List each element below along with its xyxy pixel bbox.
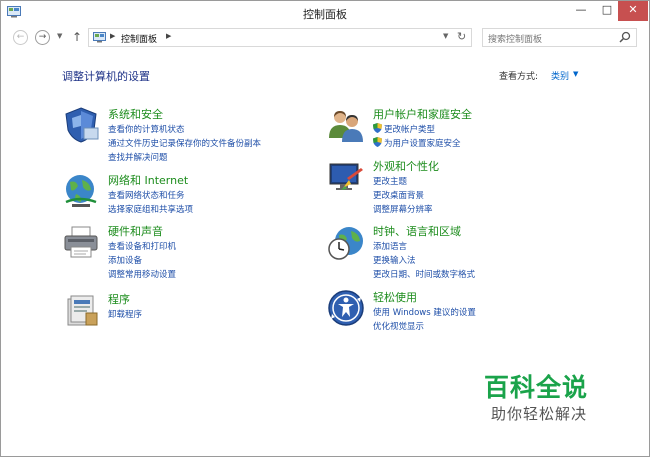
category-user-accounts: 用户帐户和家庭安全 更改帐户类型 为用户设置家庭安全 (327, 106, 627, 151)
category-title[interactable]: 硬件和声音 (108, 223, 163, 239)
navigation-bar: ← → ▼ ↑ ▶ 控制面板 ▶ ▼ ↻ 搜索控制面板 (1, 25, 649, 51)
category-clock-language-region: 时钟、语言和区域 添加语言 更换输入法 更改日期、时间或数字格式 (327, 223, 627, 283)
up-arrow-icon[interactable]: ↑ (72, 30, 82, 44)
category-title[interactable]: 程序 (108, 291, 130, 307)
link-screen-resolution[interactable]: 调整屏幕分辨率 (373, 203, 433, 215)
link-change-account-type[interactable]: 更改帐户类型 (373, 123, 435, 135)
link-add-language[interactable]: 添加语言 (373, 240, 407, 252)
category-programs: 程序 卸载程序 (62, 291, 312, 331)
programs-icon[interactable] (62, 291, 100, 329)
view-by-dropdown[interactable]: 类别 (551, 69, 569, 82)
category-title[interactable]: 外观和个性化 (373, 158, 439, 174)
control-panel-location-icon (93, 32, 106, 43)
category-ease-of-access: 轻松使用 使用 Windows 建议的设置 优化视觉显示 (327, 289, 627, 334)
link-view-computer-status[interactable]: 查看你的计算机状态 (108, 123, 185, 135)
breadcrumb-separator-icon[interactable]: ▶ (110, 32, 115, 40)
link-optimize-visual-display[interactable]: 优化视觉显示 (373, 320, 424, 332)
search-placeholder: 搜索控制面板 (488, 35, 543, 45)
link-label: 为用户设置家庭安全 (384, 139, 461, 149)
link-devices-printers[interactable]: 查看设备和打印机 (108, 240, 176, 252)
watermark-subtitle: 助你轻松解决 (491, 405, 588, 423)
link-change-theme[interactable]: 更改主题 (373, 175, 407, 187)
view-by-label: 查看方式: (499, 72, 539, 82)
chevron-down-icon[interactable]: ▼ (573, 70, 578, 78)
category-title[interactable]: 轻松使用 (373, 289, 417, 305)
link-network-status[interactable]: 查看网络状态和任务 (108, 189, 185, 201)
watermark-title: 百科全说 (484, 373, 589, 402)
users-icon[interactable] (327, 106, 365, 144)
maximize-button[interactable]: □ (594, 1, 620, 21)
link-troubleshoot[interactable]: 查找并解决问题 (108, 151, 168, 163)
link-change-desktop-background[interactable]: 更改桌面背景 (373, 189, 424, 201)
link-uninstall-program[interactable]: 卸载程序 (108, 308, 142, 320)
link-change-input-method[interactable]: 更换输入法 (373, 254, 416, 266)
category-network-internet: 网络和 Internet 查看网络状态和任务 选择家庭组和共享选项 (62, 172, 312, 217)
link-date-time-format[interactable]: 更改日期、时间或数字格式 (373, 268, 475, 280)
ease-of-access-icon[interactable] (327, 289, 365, 327)
recent-locations-dropdown-icon[interactable]: ▼ (57, 32, 62, 40)
link-file-history-backup[interactable]: 通过文件历史记录保存你的文件备份副本 (108, 137, 261, 149)
window-title: 控制面板 (303, 8, 347, 21)
search-icon[interactable] (619, 31, 631, 43)
address-bar[interactable]: ▶ 控制面板 ▶ ▼ ↻ (88, 28, 472, 47)
address-path[interactable]: 控制面板 (121, 32, 157, 45)
refresh-icon[interactable]: ↻ (457, 30, 466, 43)
shield-icon[interactable] (62, 106, 100, 144)
category-title[interactable]: 时钟、语言和区域 (373, 223, 461, 239)
appearance-icon[interactable] (327, 158, 365, 196)
link-add-device[interactable]: 添加设备 (108, 254, 142, 266)
link-family-safety[interactable]: 为用户设置家庭安全 (373, 137, 461, 149)
breadcrumb-separator-icon[interactable]: ▶ (166, 32, 171, 40)
category-title[interactable]: 系统和安全 (108, 106, 163, 122)
forward-arrow-icon[interactable]: → (35, 30, 50, 45)
close-button[interactable]: ✕ (618, 1, 648, 21)
uac-shield-icon (373, 137, 382, 147)
back-arrow-icon[interactable]: ← (13, 30, 28, 45)
printer-icon[interactable] (62, 223, 100, 261)
address-dropdown-icon[interactable]: ▼ (443, 32, 448, 40)
title-bar: 控制面板 — □ ✕ (1, 1, 649, 25)
link-homegroup-sharing[interactable]: 选择家庭组和共享选项 (108, 203, 193, 215)
link-recommended-settings[interactable]: 使用 Windows 建议的设置 (373, 306, 476, 318)
link-mobility-settings[interactable]: 调整常用移动设置 (108, 268, 176, 280)
category-system-security: 系统和安全 查看你的计算机状态 通过文件历史记录保存你的文件备份副本 查找并解决… (62, 106, 312, 166)
network-globe-icon[interactable] (62, 172, 100, 210)
search-input[interactable]: 搜索控制面板 (482, 28, 637, 47)
category-title[interactable]: 用户帐户和家庭安全 (373, 106, 472, 122)
minimize-button[interactable]: — (568, 1, 594, 21)
link-label: 更改帐户类型 (384, 125, 436, 135)
clock-globe-icon[interactable] (327, 223, 365, 261)
category-title[interactable]: 网络和 Internet (108, 172, 188, 188)
page-title: 调整计算机的设置 (62, 70, 150, 83)
control-panel-window: 控制面板 — □ ✕ ← → ▼ ↑ ▶ 控制面板 ▶ ▼ ↻ 搜索控制面板 调… (0, 0, 650, 457)
category-hardware-sound: 硬件和声音 查看设备和打印机 添加设备 调整常用移动设置 (62, 223, 312, 283)
uac-shield-icon (373, 123, 382, 133)
category-appearance: 外观和个性化 更改主题 更改桌面背景 调整屏幕分辨率 (327, 158, 627, 218)
